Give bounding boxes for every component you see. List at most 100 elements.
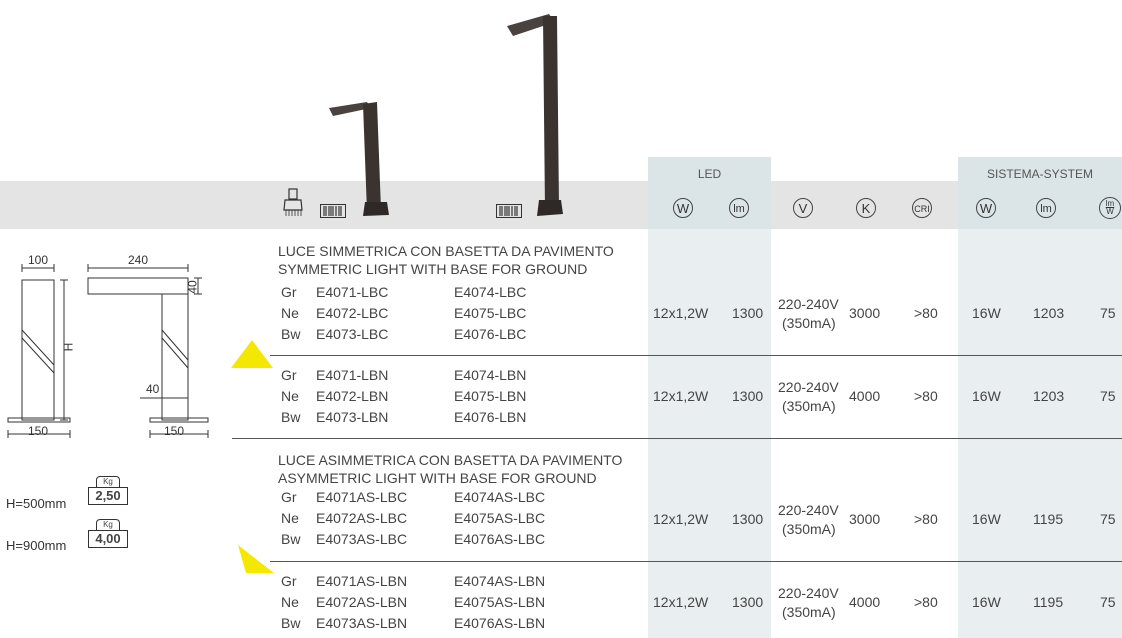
- system-lumen-icon: lm: [1036, 198, 1056, 218]
- led-lumen-icon: lm: [729, 198, 749, 218]
- symmetric-light-triangle-icon: [231, 340, 273, 368]
- row-divider-1: [270, 355, 1122, 356]
- dim-150-left: 150: [28, 424, 49, 438]
- voltage-value: 220-240V: [778, 296, 839, 312]
- led-lumen-value: 1300: [732, 511, 764, 527]
- finish-code: Bw: [281, 531, 301, 547]
- weight-unit-500: Kg: [96, 476, 120, 487]
- weight-label-500: H=500mm: [6, 496, 67, 511]
- weight-label-900: H=900mm: [6, 538, 67, 553]
- color-temp-value: 4000: [849, 594, 881, 610]
- system-power-value: 16W: [972, 594, 1001, 610]
- cri-value: >80: [914, 594, 938, 610]
- efficacy-value: 75: [1100, 305, 1116, 321]
- efficacy-icon: lm W: [1099, 197, 1121, 219]
- finish-code: Bw: [281, 409, 301, 425]
- finish-code: Gr: [281, 573, 297, 589]
- dim-h: H: [61, 342, 76, 352]
- product-code: E4075AS-LBN: [454, 594, 546, 610]
- finish-code: Gr: [281, 489, 297, 505]
- finish-code: Ne: [281, 388, 299, 404]
- brush-icon: [283, 188, 303, 216]
- dim-240: 240: [128, 253, 149, 267]
- cri-value: >80: [914, 305, 938, 321]
- system-lumen-value: 1195: [1033, 511, 1064, 527]
- product-code: E4073-LBN: [316, 409, 389, 425]
- current-value: (350mA): [782, 604, 836, 620]
- technical-drawing: 100 240 40 H 40 150 150: [0, 250, 230, 450]
- led-power-value: 12x1,2W: [653, 511, 709, 527]
- weight-unit-900: Kg: [96, 519, 120, 530]
- product-code: E4072-LBN: [316, 388, 389, 404]
- product-code: E4075-LBN: [454, 388, 527, 404]
- color-temp-value: 4000: [849, 388, 881, 404]
- product-code: E4071AS-LBC: [316, 489, 408, 505]
- product-code: E4073AS-LBC: [316, 531, 408, 547]
- system-power-value: 16W: [972, 511, 1001, 527]
- cri-icon: CRI: [912, 198, 932, 218]
- system-lumen-value: 1195: [1033, 594, 1064, 610]
- product-code: E4072AS-LBC: [316, 510, 408, 526]
- product-code: E4076AS-LBC: [454, 531, 546, 547]
- finish-code: Ne: [281, 594, 299, 610]
- cri-value: >80: [914, 388, 938, 404]
- led-power-value: 12x1,2W: [653, 594, 709, 610]
- product-code: E4073AS-LBN: [316, 615, 408, 631]
- product-code: E4074AS-LBC: [454, 489, 546, 505]
- led-power-icon: W: [673, 198, 693, 218]
- finish-code: Gr: [281, 367, 297, 383]
- product-code: E4071-LBN: [316, 367, 389, 383]
- product-code: E4074-LBC: [454, 284, 527, 300]
- group-1-title-it: LUCE SIMMETRICA CON BASETTA DA PAVIMENTO: [278, 243, 614, 259]
- led-group-header: LED: [697, 167, 722, 181]
- current-value: (350mA): [782, 315, 836, 331]
- system-power-value: 16W: [972, 305, 1001, 321]
- bollard-lamp-tall-image: [507, 14, 563, 216]
- efficacy-value: 75: [1100, 594, 1116, 610]
- led-power-value: 12x1,2W: [653, 305, 709, 321]
- finish-code: Bw: [281, 326, 301, 342]
- row-divider-2: [270, 561, 1122, 562]
- system-power-icon: W: [976, 198, 996, 218]
- finish-code: Ne: [281, 510, 299, 526]
- product-code: E4076-LBN: [454, 409, 527, 425]
- current-value: (350mA): [782, 521, 836, 537]
- kelvin-icon: K: [856, 198, 876, 218]
- system-lumen-value: 1203: [1033, 388, 1065, 404]
- dim-150-right: 150: [164, 424, 185, 438]
- voltage-value: 220-240V: [778, 502, 839, 518]
- product-code: E4076AS-LBN: [454, 615, 546, 631]
- product-code: E4071AS-LBN: [316, 573, 408, 589]
- product-code: E4075AS-LBC: [454, 510, 546, 526]
- finish-code: Bw: [281, 615, 301, 631]
- led-lumen-value: 1300: [732, 594, 764, 610]
- group-2-title-en: ASYMMETRIC LIGHT WITH BASE FOR GROUND: [278, 470, 597, 486]
- dim-40-top: 40: [185, 280, 200, 294]
- group-2-title-it: LUCE ASIMMETRICA CON BASETTA DA PAVIMENT…: [278, 452, 623, 468]
- product-code: E4073-LBC: [316, 326, 389, 342]
- voltage-icon: V: [793, 198, 813, 218]
- product-code: E4072-LBC: [316, 305, 389, 321]
- voltage-value: 220-240V: [778, 585, 839, 601]
- product-code: E4074-LBN: [454, 367, 527, 383]
- group-1-title-en: SYMMETRIC LIGHT WITH BASE FOR GROUND: [278, 261, 588, 277]
- asymmetric-light-triangle-icon: [238, 545, 274, 573]
- color-temp-value: 3000: [849, 305, 881, 321]
- efficacy-denominator: W: [1106, 207, 1114, 216]
- finish-code: Ne: [281, 305, 299, 321]
- voltage-value: 220-240V: [778, 379, 839, 395]
- weight-value-500: 2,50: [88, 487, 128, 505]
- system-power-value: 16W: [972, 388, 1001, 404]
- product-code: E4072AS-LBN: [316, 594, 408, 610]
- finish-code: Gr: [281, 284, 297, 300]
- led-lumen-value: 1300: [732, 305, 764, 321]
- product-code: E4074AS-LBN: [454, 573, 546, 589]
- product-code: E4071-LBC: [316, 284, 389, 300]
- product-code: E4075-LBC: [454, 305, 527, 321]
- led-power-value: 12x1,2W: [653, 388, 709, 404]
- led-lumen-value: 1300: [732, 388, 764, 404]
- cri-value: >80: [914, 511, 938, 527]
- system-group-header: SISTEMA-SYSTEM: [986, 167, 1093, 181]
- dim-100: 100: [28, 253, 49, 267]
- weight-value-900: 4,00: [88, 530, 128, 548]
